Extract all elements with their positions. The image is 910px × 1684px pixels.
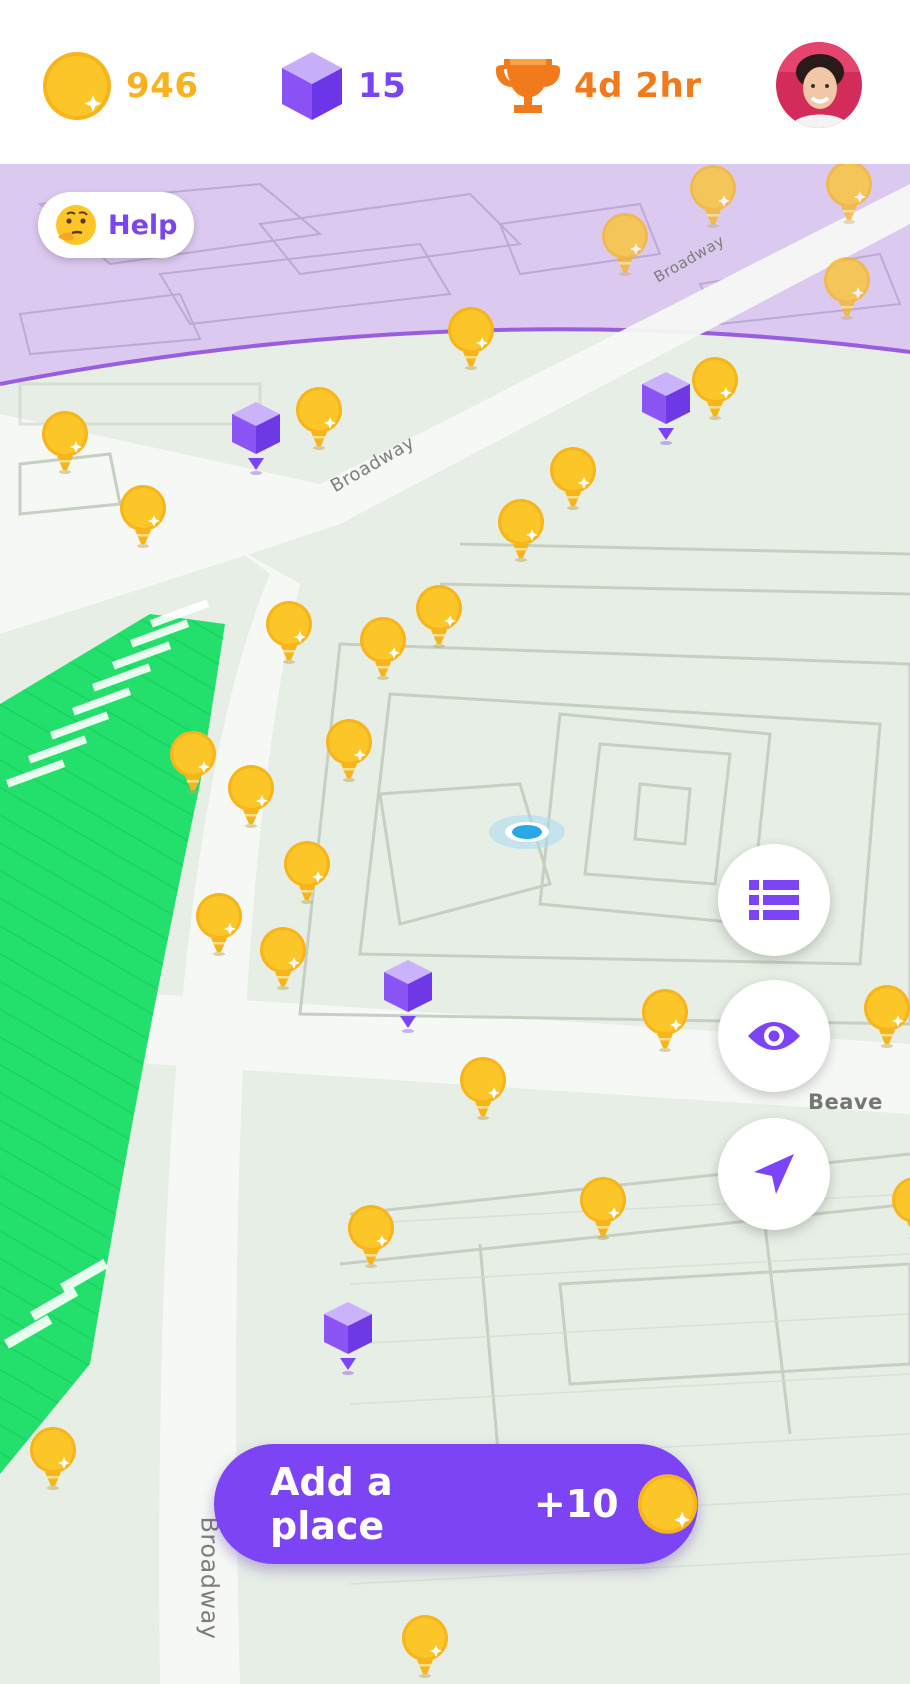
coin-map-pin[interactable]	[400, 1614, 450, 1678]
coin-map-pin[interactable]	[640, 988, 690, 1052]
coin-map-pin[interactable]	[446, 306, 496, 370]
coin-map-pin[interactable]	[28, 1426, 78, 1490]
gem-count: 15	[358, 66, 407, 106]
coin-map-pin[interactable]	[600, 212, 650, 276]
crystal-map-pin[interactable]	[638, 370, 694, 446]
navigation-arrow-icon	[754, 1154, 794, 1194]
coin-map-pin[interactable]	[294, 386, 344, 450]
coin-map-pin[interactable]	[118, 484, 168, 548]
eye-icon	[748, 1022, 800, 1050]
coin-count: 946	[126, 66, 199, 106]
coin-map-pin[interactable]	[226, 764, 276, 828]
crystal-map-pin[interactable]	[320, 1300, 376, 1376]
coin-map-pin[interactable]	[358, 616, 408, 680]
coin-map-pin[interactable]	[458, 1056, 508, 1120]
coin-map-pin[interactable]	[824, 164, 874, 224]
thinking-face-icon	[56, 205, 96, 245]
coin-map-pin[interactable]	[496, 498, 546, 562]
add-place-button[interactable]: Add a place +10	[214, 1444, 698, 1564]
coin-map-pin[interactable]	[194, 892, 244, 956]
top-status-bar: 946 15 4d 2hr	[0, 0, 910, 164]
help-button[interactable]: Help	[38, 192, 194, 258]
user-location-marker	[489, 815, 565, 849]
cube-icon	[282, 52, 342, 120]
coin-icon	[43, 52, 111, 120]
add-place-label: Add a place	[270, 1460, 393, 1548]
coin-map-pin[interactable]	[578, 1176, 628, 1240]
map-view[interactable]: Broadway Broadway Broadway Beave Help Ad…	[0, 164, 910, 1684]
leaderboard-timer[interactable]: 4d 2hr	[496, 50, 701, 122]
street-label-broadway-bottom: Broadway	[195, 1516, 224, 1640]
coin-map-pin[interactable]	[282, 840, 332, 904]
coin-map-pin[interactable]	[548, 446, 598, 510]
coin-map-pin[interactable]	[324, 718, 374, 782]
user-avatar[interactable]	[776, 42, 862, 128]
coin-map-pin[interactable]	[862, 984, 910, 1048]
coin-map-pin[interactable]	[414, 584, 464, 648]
crystal-map-pin[interactable]	[228, 400, 284, 476]
recenter-location-button[interactable]	[718, 1118, 830, 1230]
crystal-map-pin[interactable]	[380, 958, 436, 1034]
coin-balance[interactable]: 946	[42, 50, 198, 122]
help-label: Help	[108, 209, 178, 241]
trophy-icon	[496, 59, 560, 113]
visibility-button[interactable]	[718, 980, 830, 1092]
coin-map-pin[interactable]	[690, 356, 740, 420]
list-icon	[749, 880, 799, 920]
coin-map-pin[interactable]	[168, 730, 218, 794]
add-place-reward: +10	[533, 1482, 619, 1526]
coin-map-pin[interactable]	[40, 410, 90, 474]
coin-map-pin[interactable]	[688, 164, 738, 228]
coin-map-pin[interactable]	[346, 1204, 396, 1268]
list-view-button[interactable]	[718, 844, 830, 956]
street-label-beaver: Beave	[808, 1090, 883, 1114]
coin-map-pin[interactable]	[264, 600, 314, 664]
coin-map-pin[interactable]	[822, 256, 872, 320]
timer-text: 4d 2hr	[574, 66, 702, 106]
coin-map-pin[interactable]	[890, 1176, 910, 1240]
gem-balance[interactable]: 15	[280, 50, 406, 122]
coin-map-pin[interactable]	[258, 926, 308, 990]
coin-icon	[637, 1474, 698, 1534]
